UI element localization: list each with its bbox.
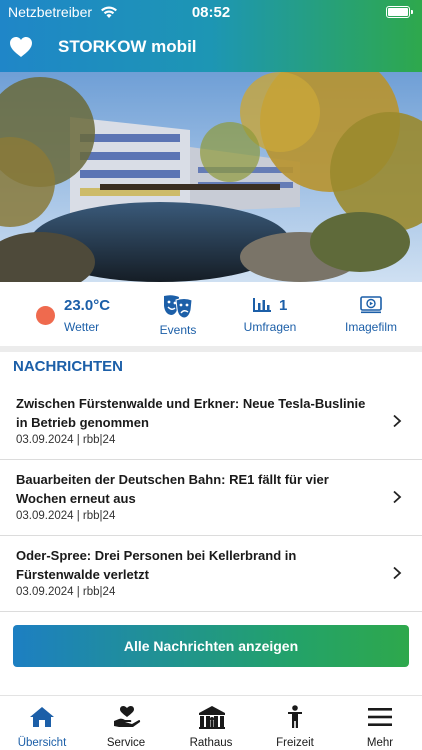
news-item-title: Zwischen Fürstenwalde und Erkner: Neue T… <box>16 396 366 430</box>
news-item[interactable]: Zwischen Fürstenwalde und Erkner: Neue T… <box>0 384 422 460</box>
chevron-right-icon <box>393 566 402 580</box>
surveys-count: 1 <box>279 297 288 314</box>
news-section-header: NACHRICHTEN <box>0 352 422 384</box>
imagefilm-button[interactable]: Imagefilm <box>340 282 402 346</box>
video-icon <box>360 296 382 314</box>
tab-freizeit[interactable]: Freizeit <box>253 696 337 750</box>
clock: 08:52 <box>191 4 231 21</box>
tab-label: Freizeit <box>276 737 314 749</box>
news-item-title: Oder-Spree: Drei Personen bei Kellerbran… <box>16 548 297 582</box>
news-item-meta: 03.09.2024 | rbb|24 <box>16 434 116 446</box>
news-item-title: Bauarbeiten der Deutschen Bahn: RE1 fäll… <box>16 472 329 506</box>
header: Netzbetreiber 08:52 STORKOW mobil <box>0 0 422 72</box>
tab-label: Rathaus <box>189 737 233 749</box>
all-news-button[interactable]: Alle Nachrichten anzeigen <box>13 625 409 667</box>
tab-uebersicht[interactable]: Übersicht <box>0 696 84 750</box>
tab-label: Mehr <box>366 737 394 749</box>
tab-label: Übersicht <box>17 737 67 749</box>
tab-mehr[interactable]: Mehr <box>338 696 422 750</box>
app-bar: STORKOW mobil <box>0 30 422 66</box>
status-bar: Netzbetreiber 08:52 <box>0 0 422 24</box>
app-title: STORKOW mobil <box>58 37 197 56</box>
surveys-button[interactable]: 1 Umfragen <box>240 282 300 346</box>
news-item-meta: 03.09.2024 | rbb|24 <box>16 510 116 522</box>
sun-icon <box>36 306 55 325</box>
events-button[interactable]: Events <box>148 282 208 346</box>
quick-info-bar: 23.0°C Wetter Events 1 Umfragen Imagefil… <box>0 282 422 346</box>
news-item[interactable]: Oder-Spree: Drei Personen bei Kellerbran… <box>0 536 422 612</box>
weather-label: Wetter <box>64 320 100 334</box>
surveys-label: Umfragen <box>243 320 297 334</box>
news-item[interactable]: Bauarbeiten der Deutschen Bahn: RE1 fäll… <box>0 460 422 536</box>
events-label: Events <box>159 323 197 337</box>
hero-photo <box>0 72 422 282</box>
news-item-meta: 03.09.2024 | rbb|24 <box>16 586 116 598</box>
person-icon <box>288 705 302 728</box>
chevron-right-icon <box>393 490 402 504</box>
bar-chart-icon <box>253 298 271 312</box>
tab-bar: Übersicht Service Rathaus Freizeit Mehr <box>0 695 422 750</box>
weather-temperature: 23.0°C <box>64 297 111 314</box>
weather-widget[interactable]: 23.0°C Wetter <box>30 282 120 346</box>
hand-heart-icon <box>114 706 141 727</box>
menu-icon <box>368 708 392 726</box>
theater-masks-icon <box>164 295 193 319</box>
townhall-icon <box>199 706 225 729</box>
tab-service[interactable]: Service <box>84 696 168 750</box>
imagefilm-label: Imagefilm <box>344 320 397 334</box>
tab-label: Service <box>106 737 146 749</box>
tab-rathaus[interactable]: Rathaus <box>169 696 253 750</box>
battery-icon <box>386 6 413 18</box>
chevron-right-icon <box>393 414 402 428</box>
hero-image <box>0 72 422 282</box>
news-title: NACHRICHTEN <box>13 358 123 375</box>
home-icon <box>30 707 54 727</box>
heart-icon[interactable] <box>9 36 33 58</box>
